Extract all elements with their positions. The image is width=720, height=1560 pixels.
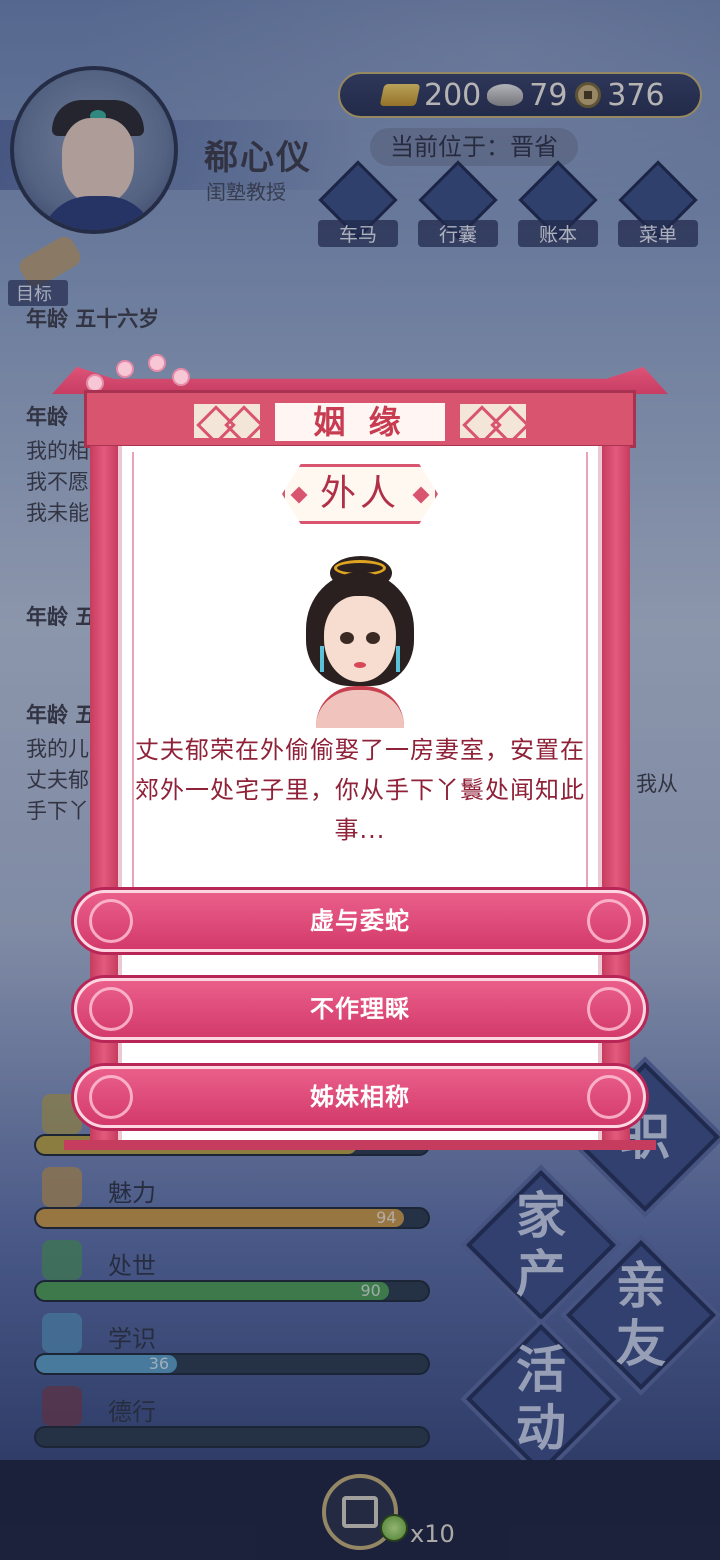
portrait-face xyxy=(324,596,396,682)
cloud-swirl-icon xyxy=(89,899,133,943)
marriage-event-dialog: 姻 缘 外人 丈夫郁荣在外偷偷娶了一房妻室，安置在郊外一处宅子里，你从手下丫鬟处… xyxy=(52,352,668,1160)
choice-label: 姊妹相称 xyxy=(310,1083,410,1111)
event-story-text: 丈夫郁荣在外偷偷娶了一房妻室，安置在郊外一处宅子里，你从手下丫鬟处闻知此事... xyxy=(135,736,585,844)
portrait-lips xyxy=(354,662,366,668)
portrait-eye xyxy=(366,632,380,644)
npc-portrait xyxy=(302,550,418,728)
portrait-eye xyxy=(340,632,354,644)
pavilion-base xyxy=(64,1140,656,1150)
cloud-swirl-icon xyxy=(587,899,631,943)
cloud-swirl-icon xyxy=(89,987,133,1031)
npc-name-tag: 外人 xyxy=(282,464,438,524)
lattice-ornament xyxy=(192,402,262,440)
cloud-swirl-icon xyxy=(89,1075,133,1119)
choice-label: 不作理睬 xyxy=(310,995,410,1023)
choice-button-placate[interactable]: 虚与委蛇 xyxy=(74,890,646,952)
choice-button-ignore[interactable]: 不作理睬 xyxy=(74,978,646,1040)
cloud-swirl-icon xyxy=(587,987,631,1031)
choice-button-sisters[interactable]: 姊妹相称 xyxy=(74,1066,646,1128)
pillar-left xyxy=(90,446,118,1146)
pillar-right xyxy=(602,446,630,1146)
portrait-robe xyxy=(316,686,404,728)
earring-icon xyxy=(396,646,400,672)
cloud-swirl-icon xyxy=(587,1075,631,1119)
choice-label: 虚与委蛇 xyxy=(310,907,410,935)
earring-icon xyxy=(320,646,324,672)
lattice-ornament xyxy=(458,402,528,440)
dialog-title: 姻 缘 xyxy=(272,400,448,444)
